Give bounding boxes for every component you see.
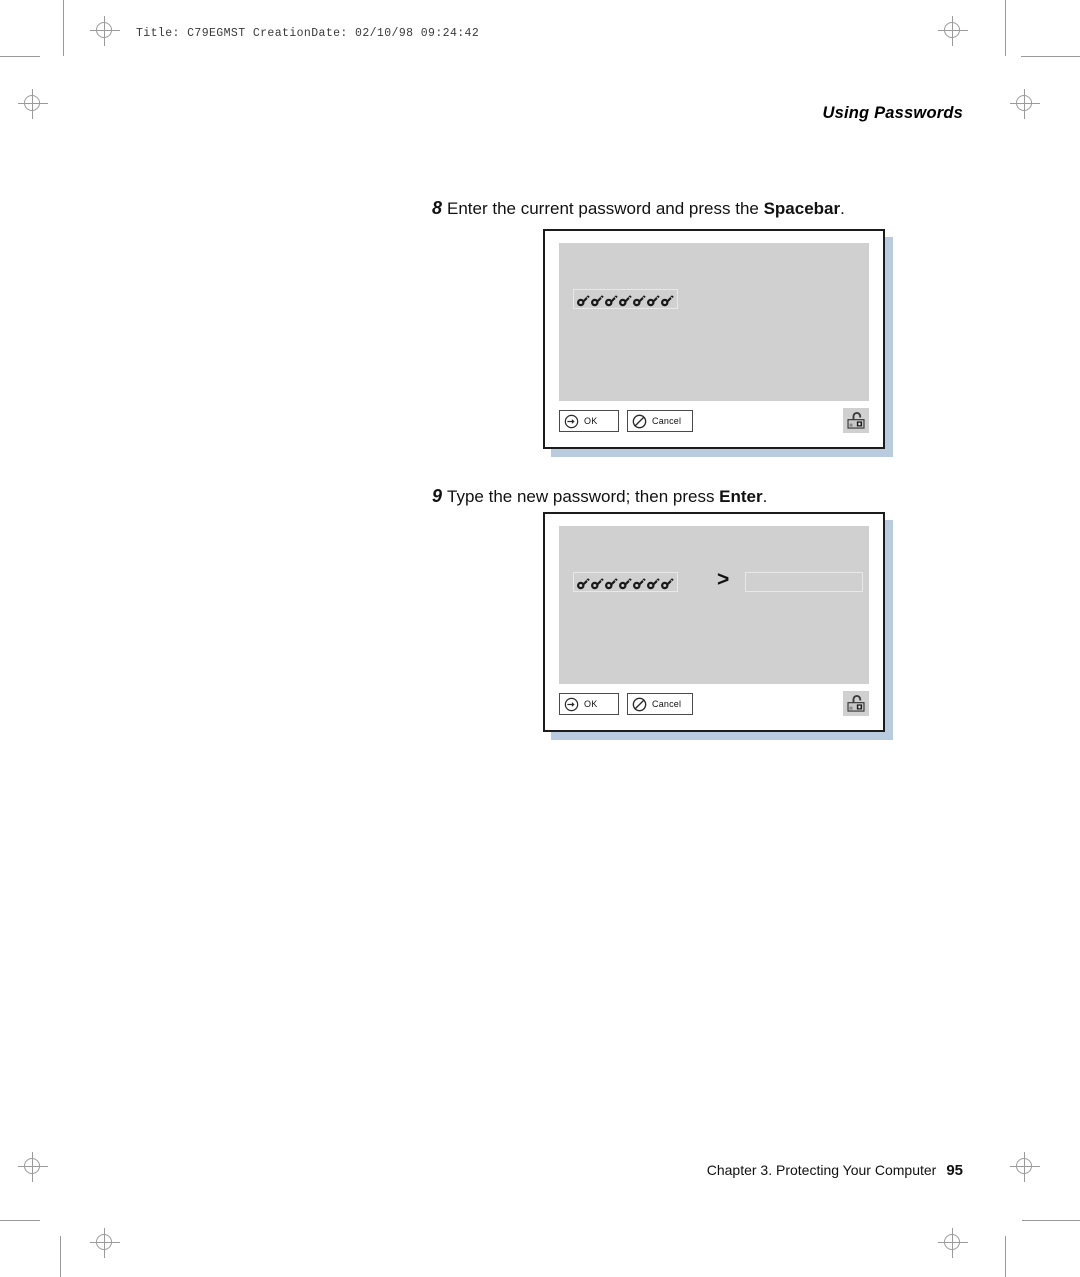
dialog-button-bar: OK Cancel <box>545 684 883 730</box>
trim-mark-left-top <box>0 56 40 57</box>
ok-button[interactable]: OK <box>559 693 619 715</box>
step-8-text-before: Enter the current password and press the <box>447 199 764 218</box>
key-icon <box>605 577 618 589</box>
dialog-content-panel <box>559 243 869 401</box>
footer-chapter: Chapter 3. Protecting Your Computer <box>706 1162 937 1178</box>
registration-mark-bottom-left <box>90 1228 120 1258</box>
dialog-window: OK Cancel <box>543 229 885 449</box>
trim-mark-right-top <box>1021 56 1080 57</box>
unlocked-padlock-indicator <box>843 691 869 716</box>
trim-line-right-top <box>1005 0 1006 56</box>
step-9-emphasis: Enter <box>719 487 763 506</box>
step-9-text-before: Type the new password; then press <box>447 487 720 506</box>
trim-line-left-top <box>63 0 64 56</box>
registration-mark-bottom-right <box>938 1228 968 1258</box>
cancel-button[interactable]: Cancel <box>627 410 693 432</box>
prompt-chevron-icon: > <box>717 568 730 591</box>
arrow-right-circle-icon <box>564 697 579 711</box>
key-icon <box>619 577 632 589</box>
trim-line-left-bottom <box>60 1236 61 1277</box>
arrow-right-circle-icon <box>564 414 579 428</box>
password-key-field[interactable] <box>573 289 678 309</box>
page-footer: Chapter 3. Protecting Your Computer 95 <box>707 1162 963 1179</box>
step-8-emphasis: Spacebar <box>763 199 841 218</box>
unlocked-padlock-indicator <box>843 408 869 433</box>
key-icon <box>647 577 660 589</box>
key-icon <box>591 294 604 306</box>
key-icon <box>661 577 674 589</box>
dialog-window: > OK Cancel <box>543 512 885 732</box>
key-icon <box>577 294 590 306</box>
key-icon <box>577 577 590 589</box>
cancel-button-label: Cancel <box>652 699 682 709</box>
ok-button-label: OK <box>584 699 598 709</box>
unlocked-padlock-icon <box>847 695 865 712</box>
step-9-number: 9 <box>432 486 443 506</box>
registration-mark-right-upper <box>1010 89 1040 119</box>
key-icon <box>633 294 646 306</box>
key-icon <box>619 294 632 306</box>
step-8-number: 8 <box>432 198 443 218</box>
unlocked-padlock-icon <box>847 412 865 429</box>
step-8: 8 Enter the current password and press th… <box>432 198 845 219</box>
registration-mark-top-right <box>938 16 968 46</box>
trim-mark-left-bottom <box>0 1220 40 1221</box>
registration-mark-left-lower <box>18 1152 48 1182</box>
ok-button[interactable]: OK <box>559 410 619 432</box>
key-icon <box>661 294 674 306</box>
step-8-text-after: . <box>840 199 845 218</box>
registration-mark-left-upper <box>18 89 48 119</box>
dialog-button-bar: OK Cancel <box>545 401 883 447</box>
footer-page-number: 95 <box>946 1162 963 1179</box>
step-9: 9 Type the new password; then press Enter… <box>432 486 767 507</box>
key-icon <box>633 577 646 589</box>
ok-button-label: OK <box>584 416 598 426</box>
trim-mark-right-bottom <box>1022 1220 1080 1221</box>
cancel-button[interactable]: Cancel <box>627 693 693 715</box>
key-icon <box>647 294 660 306</box>
print-job-banner: Title: C79EGMST CreationDate: 02/10/98 0… <box>136 27 480 40</box>
password-key-field[interactable] <box>573 572 678 592</box>
cancel-button-label: Cancel <box>652 416 682 426</box>
trim-line-right-bottom <box>1005 1236 1006 1277</box>
page-running-head: Using Passwords <box>822 104 963 122</box>
no-entry-circle-icon <box>632 697 647 711</box>
registration-mark-top-left <box>90 16 120 46</box>
new-password-dialog: > OK Cancel <box>543 512 893 740</box>
step-9-text-after: . <box>762 487 768 506</box>
current-password-dialog: OK Cancel <box>543 229 893 457</box>
new-password-input[interactable] <box>745 572 863 592</box>
dialog-content-panel: > <box>559 526 869 684</box>
key-icon <box>605 294 618 306</box>
registration-mark-right-lower <box>1010 1152 1040 1182</box>
key-icon <box>591 577 604 589</box>
no-entry-circle-icon <box>632 414 647 428</box>
